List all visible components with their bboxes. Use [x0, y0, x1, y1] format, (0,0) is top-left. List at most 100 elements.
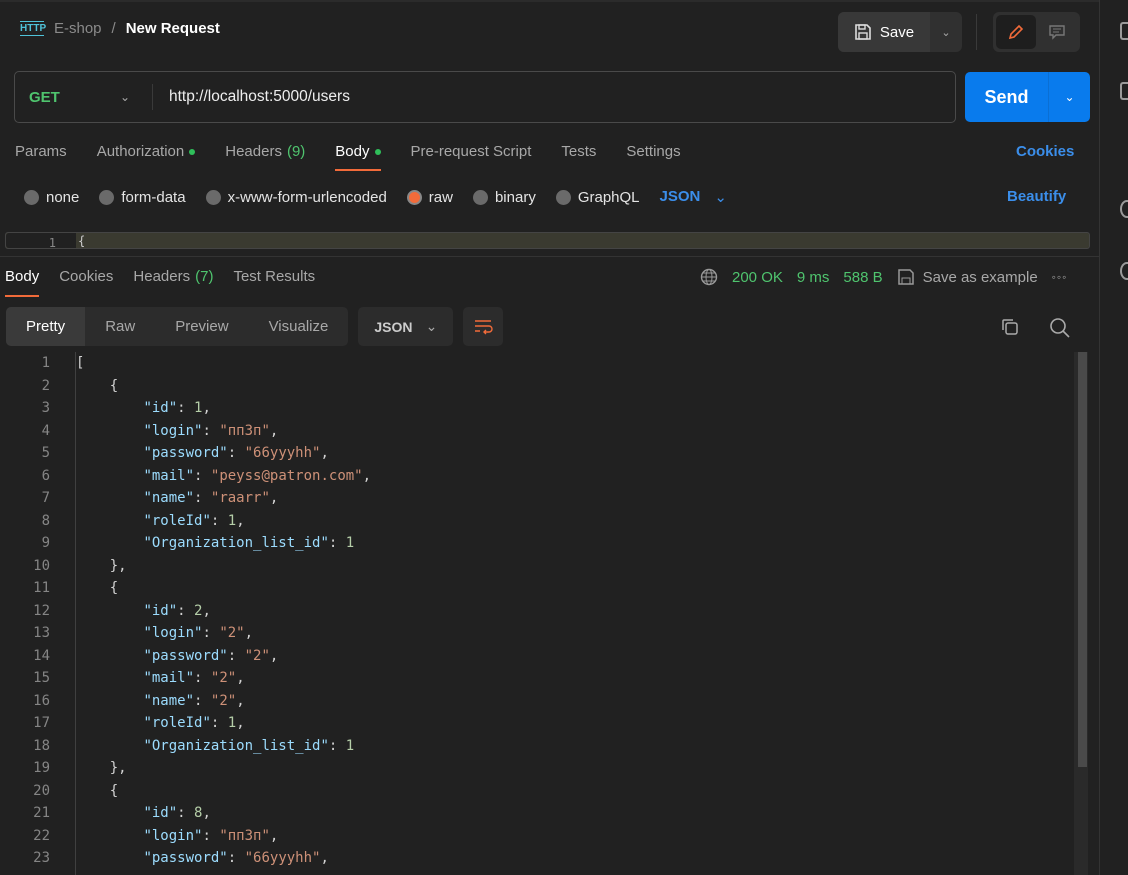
response-format-select[interactable]: JSON ⌄ [358, 307, 454, 346]
radio-none[interactable]: none [24, 189, 79, 206]
comments-icon[interactable] [1120, 82, 1128, 100]
lightbulb-icon[interactable] [1120, 200, 1128, 218]
line-number: 6 [41, 467, 50, 484]
code-text: "id": 1, [143, 400, 211, 416]
response-tab-test-results[interactable]: Test Results [233, 268, 315, 297]
code-line: 20 { [0, 780, 1072, 803]
wrap-lines-icon[interactable] [463, 307, 504, 346]
code-line: 5 "password": "66yyyhh", [0, 442, 1072, 465]
code-line: 4 "login": "пп3п", [0, 420, 1072, 443]
radio-x-www-form-urlencoded[interactable]: x-www-form-urlencoded [205, 188, 387, 206]
send-button[interactable]: Send [965, 72, 1049, 122]
body-format-select[interactable]: JSON ⌄ [660, 188, 727, 206]
breadcrumb-collection[interactable]: E-shop [54, 20, 102, 37]
search-icon[interactable] [1049, 317, 1071, 339]
request-body-editor[interactable]: 1 { [5, 232, 1090, 250]
window-top-border [0, 0, 1100, 2]
view-mode-tabs: Pretty Raw Preview Visualize [6, 307, 349, 346]
line-number: 21 [33, 805, 50, 821]
save-icon [855, 24, 871, 40]
view-mode-visualize[interactable]: Visualize [249, 307, 349, 346]
code-line: 13 "login": "2", [0, 622, 1072, 645]
tab-label: Authorization [96, 143, 185, 160]
tab-tests[interactable]: Tests [561, 143, 596, 171]
radio-circle-icon [406, 189, 422, 205]
tab-authorization[interactable]: Authorization [97, 143, 196, 171]
code-line: 8 "roleId": 1, [0, 510, 1072, 533]
tab-pre-request-script[interactable]: Pre-request Script [411, 143, 532, 171]
method-select[interactable]: GET ⌄ [15, 84, 153, 110]
line-number: 10 [33, 557, 50, 574]
tab-body[interactable]: Body [335, 143, 381, 171]
radio-label: binary [494, 188, 536, 206]
radio-circle-icon [24, 189, 39, 205]
divider [0, 256, 1099, 257]
save-as-example-button[interactable]: Save as example [897, 268, 1038, 286]
tab-params[interactable]: Params [15, 143, 67, 171]
code-line: 7 "name": "raarr", [0, 487, 1072, 510]
response-body-viewer[interactable]: 1[2 {3 "id": 1, 4 "login": "пп3п", 5 "pass… [0, 352, 1072, 870]
tab-label: Body [335, 143, 370, 160]
more-options-icon[interactable]: ◦◦◦ [1052, 270, 1068, 284]
url-bar: GET ⌄ http://localhost:5000/users [14, 71, 956, 123]
tab-label: Headers [133, 268, 191, 285]
send-button-group: Send ⌄ [965, 72, 1090, 122]
status-code[interactable]: 200 OK [732, 269, 783, 286]
response-tab-headers[interactable]: Headers (7) [133, 268, 213, 297]
tab-label: Settings [626, 143, 681, 160]
breadcrumb: HTTP E-shop / New Request [20, 20, 220, 37]
send-options-chevron-icon[interactable]: ⌄ [1049, 72, 1090, 122]
radio-circle-icon [472, 189, 488, 205]
response-time[interactable]: 9 ms [797, 269, 830, 286]
save-button-group: Save ⌄ [838, 12, 962, 52]
code-text: "name": "2", [143, 692, 245, 709]
code-text: "roleId": 1, [143, 715, 245, 731]
save-options-chevron-icon[interactable]: ⌄ [930, 12, 962, 52]
response-size[interactable]: 588 B [843, 269, 882, 286]
view-mode-raw[interactable]: Raw [85, 307, 155, 346]
tab-label: Test Results [233, 268, 316, 285]
tab-label: Pre-request Script [410, 143, 532, 160]
code-icon[interactable] [1120, 143, 1128, 161]
tab-settings[interactable]: Settings [626, 143, 680, 171]
code-text: }, [76, 760, 127, 776]
tab-count: (7) [195, 268, 214, 285]
tab-headers[interactable]: Headers (9) [225, 143, 305, 171]
save-button[interactable]: Save [838, 12, 930, 52]
code-line: 10 }, [0, 555, 1072, 578]
radio-GraphQL[interactable]: GraphQL [555, 189, 640, 206]
response-tab-body[interactable]: Body [5, 268, 40, 297]
comment-icon[interactable] [1038, 15, 1078, 49]
view-mode-pretty[interactable]: Pretty [6, 307, 86, 346]
beautify-link[interactable]: Beautify [1007, 188, 1066, 205]
tab-label: Headers [225, 143, 282, 160]
edit-pencil-icon[interactable] [996, 15, 1036, 49]
method-label: GET [29, 88, 60, 106]
radio-form-data[interactable]: form-data [99, 189, 186, 206]
code-text: "password": "2", [143, 647, 279, 664]
code-line: 19 }, [0, 757, 1072, 780]
url-input[interactable]: http://localhost:5000/users [153, 88, 350, 106]
line-number: 12 [33, 602, 50, 619]
view-mode-preview[interactable]: Preview [155, 307, 248, 346]
line-number: 17 [33, 715, 50, 731]
code-text: "roleId": 1, [143, 512, 245, 529]
globe-icon[interactable] [700, 268, 718, 286]
code-line: 3 "id": 1, [0, 397, 1072, 420]
code-text: "id": 2, [143, 602, 211, 619]
radio-raw[interactable]: raw [406, 189, 453, 206]
code-text: "login": "пп3п", [143, 827, 279, 844]
scrollbar-thumb[interactable] [1078, 352, 1087, 767]
cookies-link[interactable]: Cookies [1016, 143, 1074, 160]
info-icon[interactable] [1120, 262, 1128, 280]
chevron-down-icon: ⌄ [119, 90, 130, 104]
response-tab-cookies[interactable]: Cookies [59, 268, 113, 297]
code-line: 15 "mail": "2", [0, 667, 1072, 690]
chevron-down-icon: ⌄ [714, 189, 727, 206]
copy-icon[interactable] [1000, 317, 1020, 337]
radio-label: x-www-form-urlencoded [227, 188, 387, 206]
documentation-icon[interactable] [1120, 22, 1128, 40]
radio-binary[interactable]: binary [472, 188, 536, 206]
page-title[interactable]: New Request [126, 20, 220, 37]
code-line: 6 "mail": "peyss@patron.com", [0, 465, 1072, 488]
